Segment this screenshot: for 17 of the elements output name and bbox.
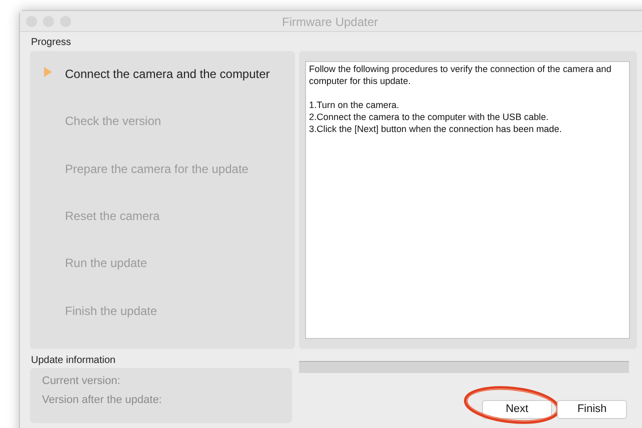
section-label: Update information: [31, 355, 116, 367]
dialog-button[interactable]: Next: [482, 400, 552, 419]
step-label: Connect the camera and the computer: [65, 66, 270, 83]
instruction-text: 1.Turn on the camera.: [309, 99, 400, 111]
step-label: Reset the camera: [65, 208, 160, 225]
info-label: Current version:: [42, 374, 120, 388]
info-label: Version after the update:: [42, 393, 162, 407]
step-label: Finish the update: [65, 302, 158, 320]
instruction-text: 3.Click the [Next] button when the connection has been made.: [309, 123, 563, 135]
window-title: Firmware Updater: [282, 14, 378, 30]
step-label: Prepare the camera for the update: [65, 160, 248, 178]
dialog-button[interactable]: Finish: [557, 400, 627, 419]
instruction-text: Follow the following procedures to verify the connection of the camera and computer for this update.: [309, 63, 612, 87]
step-label: Check the version: [65, 113, 162, 130]
step-label: Run the update: [65, 255, 148, 272]
instruction-text: 2.Connect the camera to the computer with the USB cable.: [309, 111, 550, 123]
section-label: Progress: [31, 36, 72, 50]
